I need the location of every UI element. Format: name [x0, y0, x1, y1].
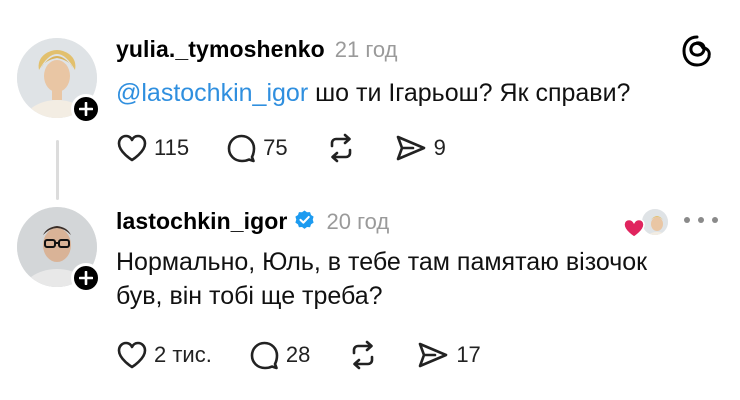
post-text-line: Нормально, Юль, в тебе там памятаю візоч…: [116, 248, 648, 276]
repost-button[interactable]: [346, 340, 380, 370]
post-header: lastochkin_igor 20 год: [116, 206, 389, 235]
repost-button[interactable]: [324, 133, 358, 163]
send-icon: [396, 135, 425, 161]
thread-post-2: lastochkin_igor 20 год Нормально, Юль, в…: [0, 195, 740, 400]
timestamp: 21 год: [334, 37, 398, 62]
post-header: yulia._tymoshenko 21 год: [116, 36, 398, 63]
heart-icon: [623, 218, 645, 238]
timestamp: 20 год: [326, 209, 390, 234]
like-button[interactable]: 2 тис.: [116, 340, 212, 370]
verified-badge-icon: [295, 210, 315, 229]
plus-icon: [79, 271, 93, 285]
heart-icon: [117, 341, 147, 369]
share-count: 17: [456, 342, 481, 367]
username[interactable]: yulia._tymoshenko: [116, 36, 325, 63]
username[interactable]: lastochkin_igor: [116, 208, 287, 235]
reply-count: 75: [263, 135, 288, 160]
follow-button[interactable]: [71, 263, 101, 293]
more-dot: [684, 217, 690, 223]
like-button[interactable]: 115: [116, 133, 189, 163]
reply-bubble-icon: [227, 134, 256, 163]
like-count: 115: [154, 135, 190, 160]
thread-connector-line: [56, 140, 59, 200]
reply-count: 28: [285, 342, 311, 367]
repost-icon: [330, 133, 351, 163]
post-text-line: був, він тобі ще треба?: [116, 282, 383, 310]
share-button[interactable]: 17: [416, 340, 481, 370]
avatar-yulia[interactable]: [17, 38, 101, 124]
post-text: @lastochkin_igor шо ти Ігарьош? Як справ…: [116, 76, 630, 110]
share-count: 9: [433, 135, 446, 160]
share-button[interactable]: 9: [394, 133, 446, 163]
liked-by-author-indicator: [622, 207, 672, 243]
like-count: 2 тис.: [154, 342, 212, 367]
plus-icon: [79, 102, 93, 116]
mention-link[interactable]: @lastochkin_igor: [116, 79, 308, 107]
reply-bubble-icon: [250, 341, 279, 370]
post-text: Нормально, Юль, в тебе там памятаю візоч…: [116, 245, 647, 313]
reply-button[interactable]: 28: [248, 340, 310, 370]
post-text-content: шо ти Ігарьош? Як справи?: [308, 79, 631, 107]
repost-icon: [353, 340, 374, 370]
action-bar: 115 75 9: [116, 133, 482, 163]
send-icon: [419, 342, 448, 368]
follow-button[interactable]: [71, 94, 101, 124]
thread-post-1: yulia._tymoshenko 21 год @lastochkin_igo…: [0, 0, 740, 200]
avatar-igor[interactable]: [17, 207, 101, 293]
more-dot: [698, 217, 704, 223]
action-bar: 2 тис. 28 17: [116, 340, 517, 370]
more-icon[interactable]: [684, 215, 718, 225]
more-dot: [712, 217, 718, 223]
reply-button[interactable]: 75: [225, 133, 288, 163]
heart-icon: [117, 134, 147, 162]
threads-logo-icon: [682, 35, 711, 67]
